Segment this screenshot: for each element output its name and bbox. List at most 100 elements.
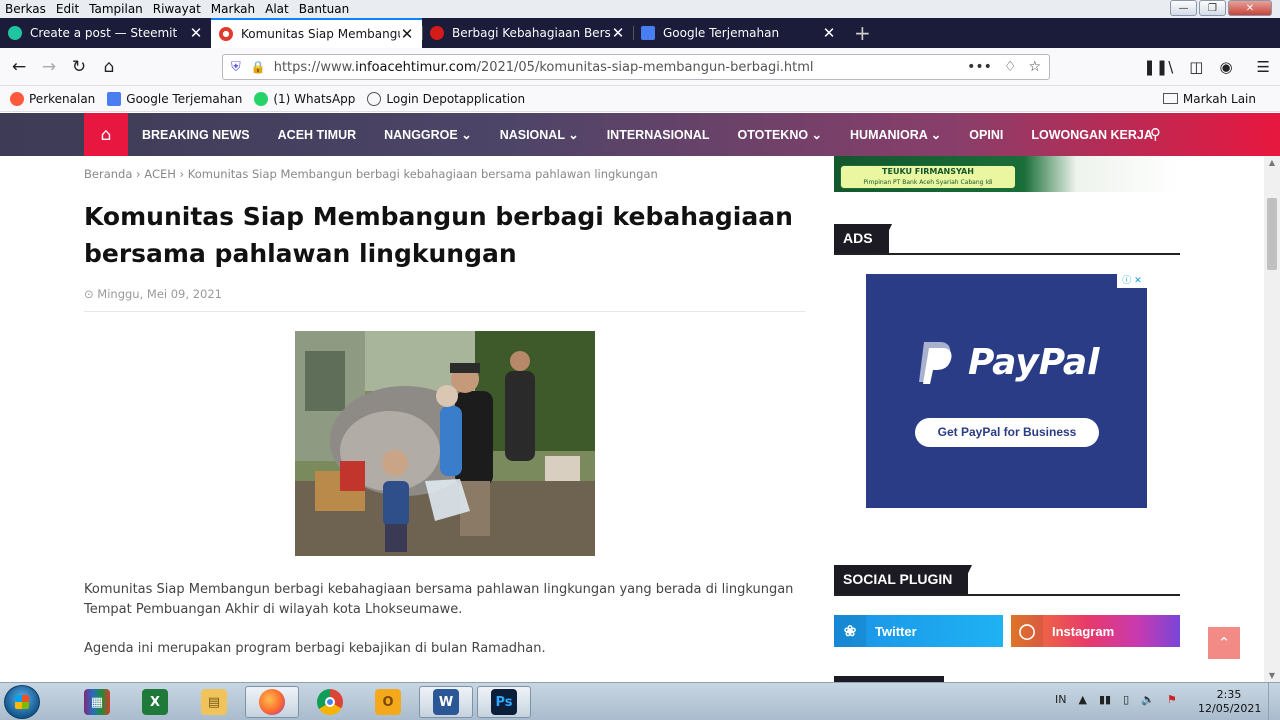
folder-icon [1162,93,1178,104]
taskbar-photoshop[interactable]: Ps [477,686,531,718]
show-desktop-button[interactable] [1268,683,1280,720]
google-translate-favicon-icon [641,26,655,40]
nav-opini[interactable]: OPINI [969,128,1003,142]
close-tab-icon[interactable]: ✕ [189,24,203,42]
hamburger-menu-icon[interactable]: ☰ [1257,58,1270,76]
nav-aceh-timur[interactable]: ACEH TIMUR [278,128,356,142]
chevron-up-icon: ⌃ [1217,634,1231,652]
bookmark-whatsapp[interactable]: (1) WhatsApp [254,91,355,106]
adchoices-icon[interactable]: ⓘ ✕ [1117,274,1147,288]
reload-icon[interactable]: ↻ [64,57,94,77]
bookmark-google-terjemahan[interactable]: Google Terjemahan [107,91,242,106]
sidebar-icon[interactable]: ◫ [1189,58,1203,76]
bookmark-other[interactable]: Markah Lain [1162,91,1256,106]
bookmark-label: Markah Lain [1182,91,1256,106]
pocket-icon[interactable]: ♢ [1004,59,1017,75]
article-date: ⊙ Minggu, Mei 09, 2021 [84,287,222,301]
instagram-button[interactable]: ◯ Instagram [1011,615,1180,647]
close-tab-icon[interactable]: ✕ [611,24,625,42]
menu-riwayat[interactable]: Riwayat [148,2,206,16]
start-button[interactable] [4,685,40,719]
battery-icon[interactable]: ▯ [1123,693,1129,706]
new-tab-plus-icon[interactable]: + [844,18,881,48]
menu-berkas[interactable]: Berkas [0,2,51,16]
search-icon[interactable]: ⚲ [1150,125,1161,143]
paypal-advertisement[interactable]: ⓘ ✕ PayPal Get PayPal for Business [866,274,1147,508]
nav-humaniora[interactable]: HUMANIORA ⌄ [850,127,941,142]
nav-lowongan-kerja[interactable]: LOWONGAN KERJA [1031,128,1153,142]
scroll-down-arrow-icon[interactable]: ▼ [1264,671,1280,680]
bookmark-star-icon[interactable]: ☆ [1028,59,1041,75]
taskbar-chrome[interactable] [303,686,357,718]
network-signal-icon[interactable]: ▮▮ [1099,693,1111,706]
taskbar-outlook[interactable]: O [361,686,415,718]
article-paragraph-2: Agenda ini merupakan program berbagi keb… [84,641,546,656]
close-window-button[interactable]: ✕ [1228,0,1272,16]
scrollbar-thumb[interactable] [1267,198,1277,270]
system-clock[interactable]: 2:35 12/05/2021 [1198,688,1262,716]
article-photo [295,331,595,556]
taskbar-winrar[interactable]: ▦ [70,686,124,718]
breadcrumb[interactable]: Beranda › ACEH › Komunitas Siap Membangu… [84,167,658,181]
tab-komunitas[interactable]: Komunitas Siap Membangun b ✕ [211,18,422,48]
bookmark-login-depotapplication[interactable]: Login Depotapplication [367,91,525,106]
taskbar-firefox[interactable] [245,686,299,718]
close-tab-icon[interactable]: ✕ [822,24,836,42]
menu-tampilan[interactable]: Tampilan [84,2,148,16]
page-scrollbar[interactable]: ▲ ▼ [1264,156,1280,682]
volume-icon[interactable]: 🔈 [1141,693,1155,706]
paypal-wordmark: PayPal [968,341,1100,383]
tab-steemit[interactable]: Create a post — Steemit ✕ [0,18,211,48]
tab-google-terjemahan[interactable]: Google Terjemahan ✕ [633,18,844,48]
minimize-button[interactable]: — [1170,0,1197,16]
restore-button[interactable]: ❐ [1199,0,1226,16]
action-center-flag-icon[interactable]: ⚑ [1167,693,1177,706]
back-arrow-icon[interactable]: ← [4,57,34,77]
bookmark-perkenalan[interactable]: Perkenalan [10,91,95,106]
menu-edit[interactable]: Edit [51,2,84,16]
twitter-bird-icon: ❀ [834,615,866,647]
clock-date: 12/05/2021 [1198,702,1262,715]
close-tab-icon[interactable]: ✕ [400,25,414,43]
lock-icon[interactable]: 🔒 [251,60,266,74]
nav-internasional[interactable]: INTERNASIONAL [607,128,710,142]
house-icon: ⌂ [100,124,112,145]
paypal-p-icon [919,342,952,384]
scroll-to-top-button[interactable]: ⌃ [1208,627,1240,659]
get-paypal-business-button[interactable]: Get PayPal for Business [915,418,1099,447]
taskbar-explorer[interactable]: ▤ [187,686,241,718]
home-icon[interactable]: ⌂ [94,57,124,77]
menu-bantuan[interactable]: Bantuan [294,2,354,16]
menu-alat[interactable]: Alat [260,2,294,16]
url-text[interactable]: https://www.infoacehtimur.com/2021/05/ko… [274,60,955,75]
tab-berbagi[interactable]: Berbagi Kebahagiaan Bersama ✕ [422,18,633,48]
url-prefix: https://www. [273,59,356,75]
scroll-up-arrow-icon[interactable]: ▲ [1264,158,1280,167]
firefox-icon [259,689,285,715]
site-nav-items: BREAKING NEWS ACEH TIMUR NANGGROE ⌄ NASI… [142,113,1181,156]
article-title: Komunitas Siap Membangun berbagi kebahag… [84,202,793,268]
account-icon[interactable]: ◉ [1219,58,1232,76]
nav-nasional[interactable]: NASIONAL ⌄ [500,127,579,142]
nav-ototekno[interactable]: OTOTEKNO ⌄ [737,127,822,142]
forward-arrow-icon[interactable]: → [34,57,64,77]
taskbar-excel[interactable]: X [128,686,182,718]
windows-logo-icon [15,695,29,709]
menu-markah[interactable]: Markah [206,2,260,16]
tab-title: Create a post — Steemit [30,26,178,40]
library-icon[interactable]: ❚❚\ [1143,58,1173,76]
sponsor-banner[interactable]: TEUKU FIRMANSYAH Pimpinan PT Bank Aceh S… [834,156,1180,192]
red-favicon-icon [430,26,444,40]
input-language[interactable]: IN [1055,693,1066,706]
firefox-favicon-icon [10,91,24,106]
site-home-button[interactable]: ⌂ [84,113,128,156]
address-bar[interactable]: ⛨ 🔒 https://www.infoacehtimur.com/2021/0… [222,54,1050,80]
nav-nanggroe[interactable]: NANGGROE ⌄ [384,127,472,142]
nav-breaking-news[interactable]: BREAKING NEWS [142,128,250,142]
page-actions-icon[interactable]: ••• [967,59,992,75]
twitter-button[interactable]: ❀ Twitter [834,615,1003,647]
tracking-shield-icon[interactable]: ⛨ [231,60,241,75]
taskbar-word[interactable]: W [419,686,473,718]
show-hidden-icons-icon[interactable]: ▲ [1078,693,1086,706]
instagram-label: Instagram [1052,623,1115,639]
